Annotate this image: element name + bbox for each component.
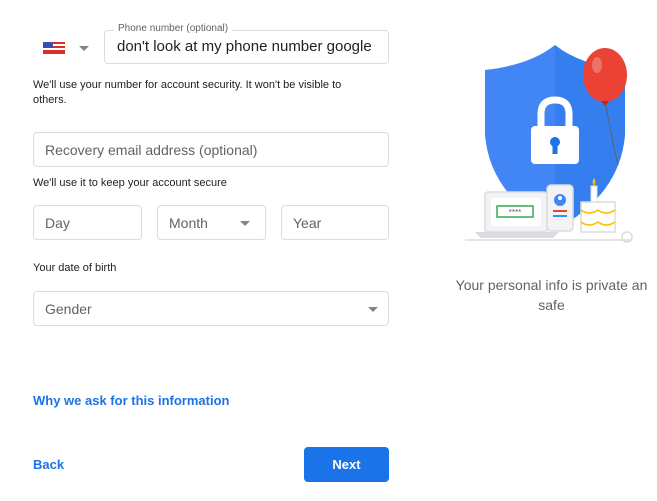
phone-number-value[interactable]: don't look at my phone number google (117, 38, 372, 56)
privacy-caption: Your personal info is private an safe (455, 277, 648, 313)
phone-number-label: Phone number (optional) (114, 23, 233, 35)
why-we-ask-link[interactable]: Why we ask for this information (33, 393, 229, 408)
country-code-selector[interactable] (33, 33, 109, 63)
month-placeholder: Month (169, 215, 208, 231)
chevron-down-icon (368, 307, 378, 312)
back-link[interactable]: Back (33, 457, 64, 472)
us-flag-icon (43, 42, 65, 54)
phone-help-text: We'll use your number for account securi… (33, 79, 342, 106)
privacy-illustration: **** (465, 45, 633, 243)
gender-placeholder: Gender (45, 301, 92, 317)
day-placeholder: Day (45, 215, 70, 231)
phone-device-icon (546, 184, 574, 232)
recovery-email-help-text: We'll use it to keep your account secure (33, 177, 227, 189)
dob-help-text: Your date of birth (33, 262, 117, 274)
next-button[interactable]: Next (304, 447, 389, 482)
chevron-down-icon (79, 45, 89, 51)
recovery-email-placeholder: Recovery email address (optional) (45, 142, 258, 158)
password-mask-text: **** (509, 208, 521, 217)
chevron-down-icon (240, 221, 250, 226)
year-placeholder: Year (293, 215, 322, 231)
